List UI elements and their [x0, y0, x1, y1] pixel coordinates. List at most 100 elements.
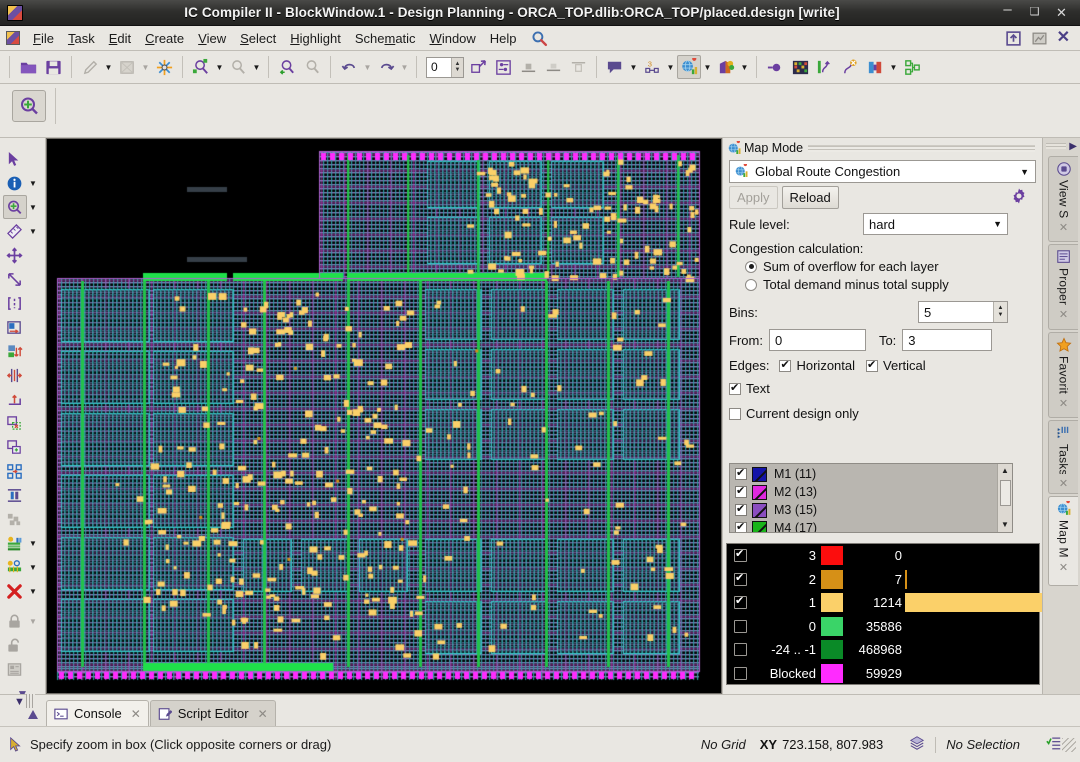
layer-checkbox[interactable] [735, 468, 747, 480]
congestion-row-checkbox[interactable] [734, 667, 747, 680]
layer-row[interactable]: M3 (15) [730, 501, 997, 519]
bins-stepper-arrows[interactable]: ▲▼ [993, 302, 1007, 322]
close-icon[interactable]: ✕ [1059, 221, 1068, 234]
map-mode-caret[interactable]: ▼ [702, 55, 713, 79]
design-canvas[interactable] [46, 138, 722, 694]
zoom-tool[interactable] [3, 195, 27, 219]
unlock-tool[interactable] [3, 633, 27, 657]
color-palette-caret[interactable]: ▼ [739, 55, 750, 79]
zoom-level-stepper[interactable]: 0 ▲▼ [426, 57, 464, 78]
congestion-row[interactable]: 27 [727, 568, 1080, 592]
redo-caret[interactable]: ▼ [399, 55, 410, 79]
color-palette-icon[interactable] [714, 55, 738, 79]
mirror-tool[interactable] [3, 363, 27, 387]
current-design-only-checkbox[interactable] [729, 408, 741, 420]
snap-icon[interactable] [152, 55, 176, 79]
zoom-selection-caret[interactable]: ▼ [214, 55, 225, 79]
congestion-row[interactable]: 11214 [727, 591, 1080, 615]
radio-total-demand[interactable]: Total demand minus total supply [723, 274, 1042, 292]
panel-drag-rail[interactable] [808, 145, 1035, 152]
column-tool[interactable] [3, 483, 27, 507]
annotate-caret[interactable]: ▼ [628, 55, 639, 79]
search-icon[interactable] [524, 27, 555, 50]
radio-total-indicator[interactable] [745, 279, 757, 291]
right-tab-tasks[interactable]: Tasks✕ [1048, 420, 1078, 494]
edges-horizontal-checkbox[interactable] [779, 360, 791, 372]
layer-checkbox[interactable] [735, 486, 747, 498]
bus-tool[interactable] [3, 291, 27, 315]
layer-row[interactable]: M1 (11) [730, 465, 997, 483]
zoom-in-box-icon[interactable] [12, 90, 46, 122]
congestion-row[interactable]: 035886 [727, 615, 1080, 639]
reload-button[interactable]: Reload [782, 186, 839, 209]
info-tool[interactable] [3, 171, 27, 195]
shapes-icon[interactable] [115, 55, 139, 79]
congestion-row[interactable]: -24 .. -1468968 [727, 638, 1080, 662]
menu-file[interactable]: File [26, 28, 61, 49]
map-mode-select[interactable]: Global Route Congestion ▼ [729, 160, 1036, 183]
rule-level-select[interactable]: hard ▼ [863, 213, 1008, 235]
zoom-level-arrows[interactable]: ▲▼ [451, 58, 463, 77]
clear-tool[interactable] [3, 579, 27, 603]
congestion-row-checkbox[interactable] [734, 549, 747, 562]
grid-tool[interactable] [3, 657, 27, 681]
congestion-map[interactable] [47, 139, 721, 693]
layer-checkbox[interactable] [735, 522, 747, 532]
route-icon[interactable] [838, 55, 862, 79]
lock-tool-caret[interactable]: ▼ [27, 617, 40, 626]
minimize-button[interactable]: – [1001, 2, 1014, 17]
ruler-settings-icon[interactable] [491, 55, 515, 79]
numbering-caret[interactable]: ▼ [665, 55, 676, 79]
text-checkbox[interactable] [729, 383, 741, 395]
align-top-icon[interactable] [566, 55, 590, 79]
menu-create[interactable]: Create [138, 28, 191, 49]
undo-icon[interactable] [337, 55, 361, 79]
split-tool[interactable] [3, 315, 27, 339]
menu-schematic[interactable]: Schematic [348, 28, 423, 49]
export-icon[interactable] [1005, 30, 1022, 47]
panel-resize-handle[interactable] [28, 710, 38, 719]
congestion-row-checkbox[interactable] [734, 596, 747, 609]
layer-row[interactable]: M4 (17) [730, 519, 997, 532]
track-tool[interactable] [3, 555, 27, 579]
pencil-dropdown-caret[interactable]: ▼ [103, 55, 114, 79]
layers-icon[interactable] [909, 735, 925, 754]
power-caret[interactable]: ▼ [888, 55, 899, 79]
close-button[interactable]: ✕ [1055, 6, 1068, 19]
push-tool[interactable] [3, 339, 27, 363]
congestion-row[interactable]: Blocked59929 [727, 662, 1080, 686]
clear-tool-caret[interactable]: ▼ [27, 587, 40, 596]
bottom-grip[interactable] [26, 694, 35, 708]
undo-caret[interactable]: ▼ [362, 55, 373, 79]
numbering-icon[interactable]: 3 [640, 55, 664, 79]
right-tab-proper[interactable]: Proper✕ [1048, 244, 1078, 330]
menu-view[interactable]: View [191, 28, 233, 49]
align-middle-icon[interactable] [541, 55, 565, 79]
redo-icon[interactable] [374, 55, 398, 79]
shapes-dropdown-caret[interactable]: ▼ [140, 55, 151, 79]
zoom-pointer-caret[interactable]: ▼ [251, 55, 262, 79]
copy-shape-tool[interactable] [3, 435, 27, 459]
placement-icon[interactable] [813, 55, 837, 79]
zoom-forward-icon[interactable] [300, 55, 324, 79]
scroll-down-icon[interactable]: ▼ [1001, 518, 1009, 532]
map-mode-icon[interactable] [677, 55, 701, 79]
congestion-row[interactable]: 30 [727, 544, 1080, 568]
block-tool[interactable] [3, 507, 27, 531]
info-tool-caret[interactable]: ▼ [27, 179, 40, 188]
delete-shape-tool[interactable] [3, 411, 27, 435]
checklist-icon[interactable] [1046, 735, 1062, 754]
layer-list-scrollbar[interactable]: ▲ ▼ [997, 464, 1012, 532]
stretch-tool[interactable] [3, 267, 27, 291]
radio-sum-of-overflow[interactable]: Sum of overflow for each layer [723, 256, 1042, 274]
layer-visibility-caret[interactable]: ▼ [27, 539, 40, 548]
close-icon[interactable]: ✕ [258, 707, 268, 721]
zoom-back-icon[interactable] [275, 55, 299, 79]
flip-tool[interactable] [3, 387, 27, 411]
to-input[interactable]: 3 [902, 329, 992, 351]
pointer-tool[interactable] [3, 147, 27, 171]
snapshot-icon[interactable] [1031, 30, 1048, 47]
scroll-thumb[interactable] [1000, 480, 1011, 506]
zoom-pointer-icon[interactable] [226, 55, 250, 79]
hierarchy-icon[interactable] [900, 55, 924, 79]
